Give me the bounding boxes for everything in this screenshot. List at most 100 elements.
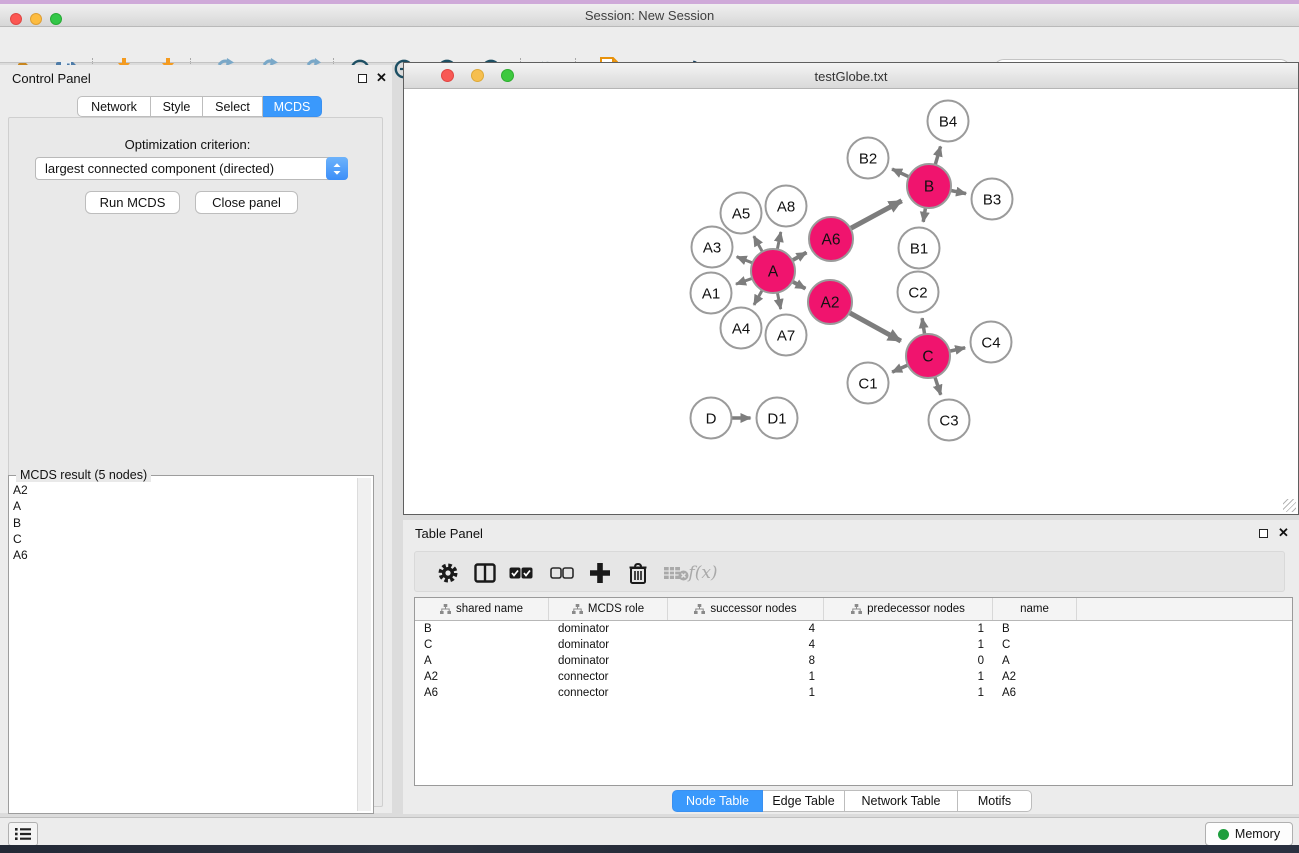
desktop-strip-bottom [0,845,1299,853]
table-settings-gear-icon[interactable] [434,559,462,587]
tab-node-table[interactable]: Node Table [672,790,763,812]
graph-node-A[interactable]: A [751,249,795,293]
mcds-result-item[interactable]: A2 [13,482,28,498]
svg-text:C1: C1 [858,376,877,393]
tab-edge-table[interactable]: Edge Table [763,790,845,812]
graph-node-A5[interactable]: A5 [721,193,762,234]
close-panel-button[interactable]: Close panel [195,191,298,214]
select-stepper-icon[interactable] [326,157,348,180]
column-header-filler [1077,598,1292,620]
table-cell: dominator [549,655,668,667]
graph-node-D[interactable]: D [691,398,732,439]
float-panel-icon[interactable] [358,74,367,83]
column-header-shared-name[interactable]: shared name [415,598,549,620]
graph-node-B3[interactable]: B3 [972,179,1013,220]
graph-node-C[interactable]: C [906,334,950,378]
graph-node-B[interactable]: B [907,164,951,208]
table-row[interactable]: A6connector11A6 [415,685,1292,701]
close-panel-icon[interactable]: ✕ [1278,528,1289,537]
tab-style[interactable]: Style [151,96,203,117]
criterion-select-value: largest connected component (directed) [36,161,326,176]
graph-node-C1[interactable]: C1 [848,363,889,404]
tab-mcds[interactable]: MCDS [263,96,322,117]
mcds-result-title: MCDS result (5 nodes) [16,468,151,482]
table-cell: C [415,639,549,651]
graph-node-A3[interactable]: A3 [692,227,733,268]
table-row[interactable]: Adominator80A [415,653,1292,669]
column-header-predecessor-nodes[interactable]: predecessor nodes [824,598,993,620]
table-cell: B [993,623,1077,635]
graph-node-D1[interactable]: D1 [757,398,798,439]
node-table[interactable]: shared nameMCDS rolesuccessor nodesprede… [414,597,1293,786]
mcds-result-scrollbar[interactable] [357,478,371,811]
column-header-successor-nodes[interactable]: successor nodes [668,598,824,620]
hierarchy-icon [694,604,705,614]
app-titlebar: Session: New Session [0,4,1299,27]
task-history-button[interactable] [8,822,38,846]
delete-row-trash-icon[interactable] [624,559,652,587]
graph-node-A1[interactable]: A1 [691,273,732,314]
table-row[interactable]: Cdominator41C [415,637,1292,653]
function-builder-button[interactable]: f(x) [689,559,717,587]
table-panel: Table Panel ✕ f(x) shared nameMCDS roles… [403,520,1299,814]
tab-motifs[interactable]: Motifs [958,790,1032,812]
svg-text:A7: A7 [777,328,795,345]
window-resize-handle[interactable] [1283,499,1296,512]
memory-button[interactable]: Memory [1205,822,1293,846]
criterion-select[interactable]: largest connected component (directed) [35,157,348,180]
graph-node-B2[interactable]: B2 [848,138,889,179]
hierarchy-icon [440,604,451,614]
hierarchy-icon [851,604,862,614]
svg-text:D1: D1 [767,411,786,428]
mcds-result-item[interactable]: A [13,498,28,514]
graph-node-A2[interactable]: A2 [808,280,852,324]
column-header-MCDS-role[interactable]: MCDS role [549,598,668,620]
delete-table-icon[interactable] [662,559,690,587]
float-panel-icon[interactable] [1259,529,1268,538]
deselect-all-checkboxes-icon[interactable] [548,559,576,587]
table-body: Bdominator41BCdominator41CAdominator80AA… [415,621,1292,701]
graph-nodes[interactable]: B4 B2 B B3 A8A5 A6 A3 B1 A A1 C2 A2 A4 A7 C4 C C1 C3 D D1 [691,101,1013,441]
column-header-name[interactable]: name [993,598,1077,620]
svg-text:D: D [706,411,717,428]
graph-node-C3[interactable]: C3 [929,400,970,441]
graph-node-A7[interactable]: A7 [766,315,807,356]
table-cell: dominator [549,639,668,651]
table-cell: A [993,655,1077,667]
tab-network[interactable]: Network [77,96,151,117]
tab-select[interactable]: Select [203,96,263,117]
table-cell: A2 [415,671,549,683]
table-toolbar: f(x) [414,551,1285,592]
table-cell: A6 [993,687,1077,699]
graph-node-A4[interactable]: A4 [721,308,762,349]
svg-text:B4: B4 [939,114,957,131]
control-panel-tabs: NetworkStyleSelectMCDS [77,96,322,117]
mcds-result-item[interactable]: A6 [13,547,28,563]
tab-network-table[interactable]: Network Table [845,790,958,812]
svg-text:A6: A6 [822,232,841,249]
svg-text:B1: B1 [910,241,928,258]
graph-node-C4[interactable]: C4 [971,322,1012,363]
svg-text:A3: A3 [703,240,721,257]
table-row[interactable]: A2connector11A2 [415,669,1292,685]
mcds-result-item[interactable]: B [13,515,28,531]
add-row-plus-icon[interactable] [586,559,614,587]
network-window-titlebar[interactable]: testGlobe.txt [404,63,1298,89]
svg-text:C: C [922,349,933,366]
svg-text:B: B [924,179,934,196]
table-row[interactable]: Bdominator41B [415,621,1292,637]
run-mcds-button[interactable]: Run MCDS [85,191,180,214]
split-columns-icon[interactable] [471,559,499,587]
graph-node-C2[interactable]: C2 [898,272,939,313]
close-panel-icon[interactable]: ✕ [376,73,387,82]
graph-node-B1[interactable]: B1 [899,228,940,269]
svg-text:C3: C3 [939,413,958,430]
memory-status-dot-icon [1218,829,1229,840]
graph-node-A8[interactable]: A8 [766,186,807,227]
table-cell: 8 [668,655,824,667]
select-all-checkboxes-icon[interactable] [507,559,535,587]
graph-node-B4[interactable]: B4 [928,101,969,142]
mcds-result-item[interactable]: C [13,531,28,547]
graph-node-A6[interactable]: A6 [809,217,853,261]
network-graph-canvas[interactable]: B4 B2 B B3 A8A5 A6 A3 B1 A A1 C2 A2 A4 A7 C4 C C1 C3 D D1 [405,90,1298,514]
